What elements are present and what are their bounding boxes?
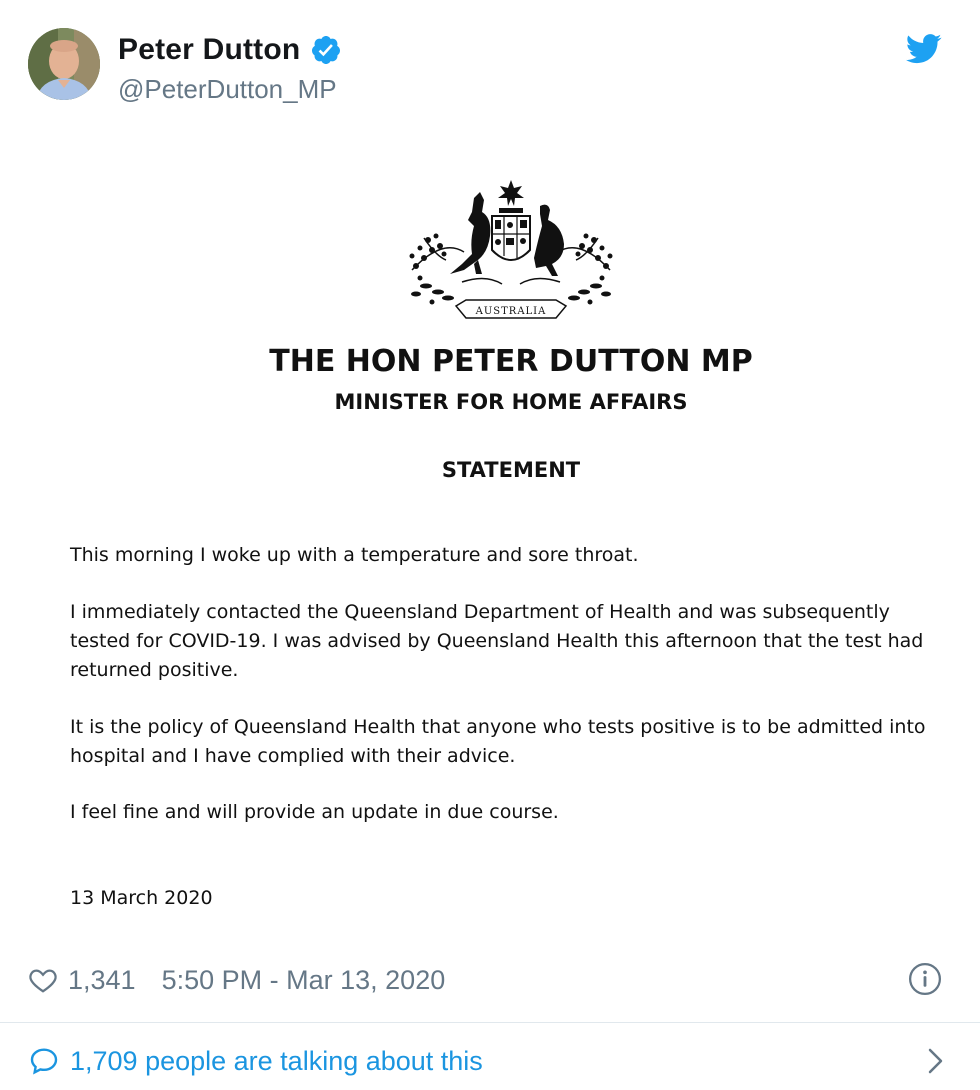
statement-paragraph: I feel fine and will provide an update i… bbox=[70, 801, 559, 823]
statement-image[interactable]: AUSTRALIA THE HON PETER DUTTON MP MINIST… bbox=[0, 170, 980, 950]
like-count[interactable]: 1,341 bbox=[68, 965, 136, 996]
statement-subtitle: MINISTER FOR HOME AFFAIRS bbox=[334, 390, 688, 414]
statement-paragraph: I immediately contacted the Queensland D… bbox=[70, 601, 924, 681]
statement-paragraph: This morning I woke up with a temperatur… bbox=[70, 544, 639, 566]
statement-paragraph: It is the policy of Queensland Health th… bbox=[70, 716, 926, 767]
heart-icon[interactable] bbox=[28, 965, 58, 995]
author-name-row: Peter Dutton bbox=[118, 30, 342, 70]
chevron-right-icon bbox=[924, 1044, 948, 1078]
avatar-photo bbox=[28, 28, 100, 100]
tweet-timestamp[interactable]: 5:50 PM - Mar 13, 2020 bbox=[162, 965, 446, 996]
crest-scroll-text: AUSTRALIA bbox=[475, 306, 547, 317]
avatar[interactable] bbox=[28, 28, 100, 100]
verified-badge-icon bbox=[310, 34, 342, 66]
conversation-link[interactable]: 1,709 people are talking about this bbox=[28, 1040, 948, 1082]
comment-icon bbox=[28, 1045, 60, 1077]
twitter-bird-icon[interactable] bbox=[905, 34, 942, 64]
statement-title: THE HON PETER DUTTON MP bbox=[269, 344, 753, 379]
conversation-label: 1,709 people are talking about this bbox=[70, 1045, 483, 1076]
author-handle[interactable]: @PeterDutton_MP bbox=[118, 74, 337, 105]
divider bbox=[0, 1022, 980, 1023]
tweet-header: Peter Dutton @PeterDutton_MP bbox=[28, 28, 952, 104]
statement-date: 13 March 2020 bbox=[70, 887, 213, 909]
statement-heading: STATEMENT bbox=[441, 458, 581, 482]
author-name[interactable]: Peter Dutton bbox=[118, 33, 300, 67]
info-icon[interactable] bbox=[908, 962, 942, 996]
coat-of-arms-icon: AUSTRALIA bbox=[409, 180, 613, 319]
tweet-meta: 1,341 5:50 PM - Mar 13, 2020 bbox=[28, 958, 445, 1002]
